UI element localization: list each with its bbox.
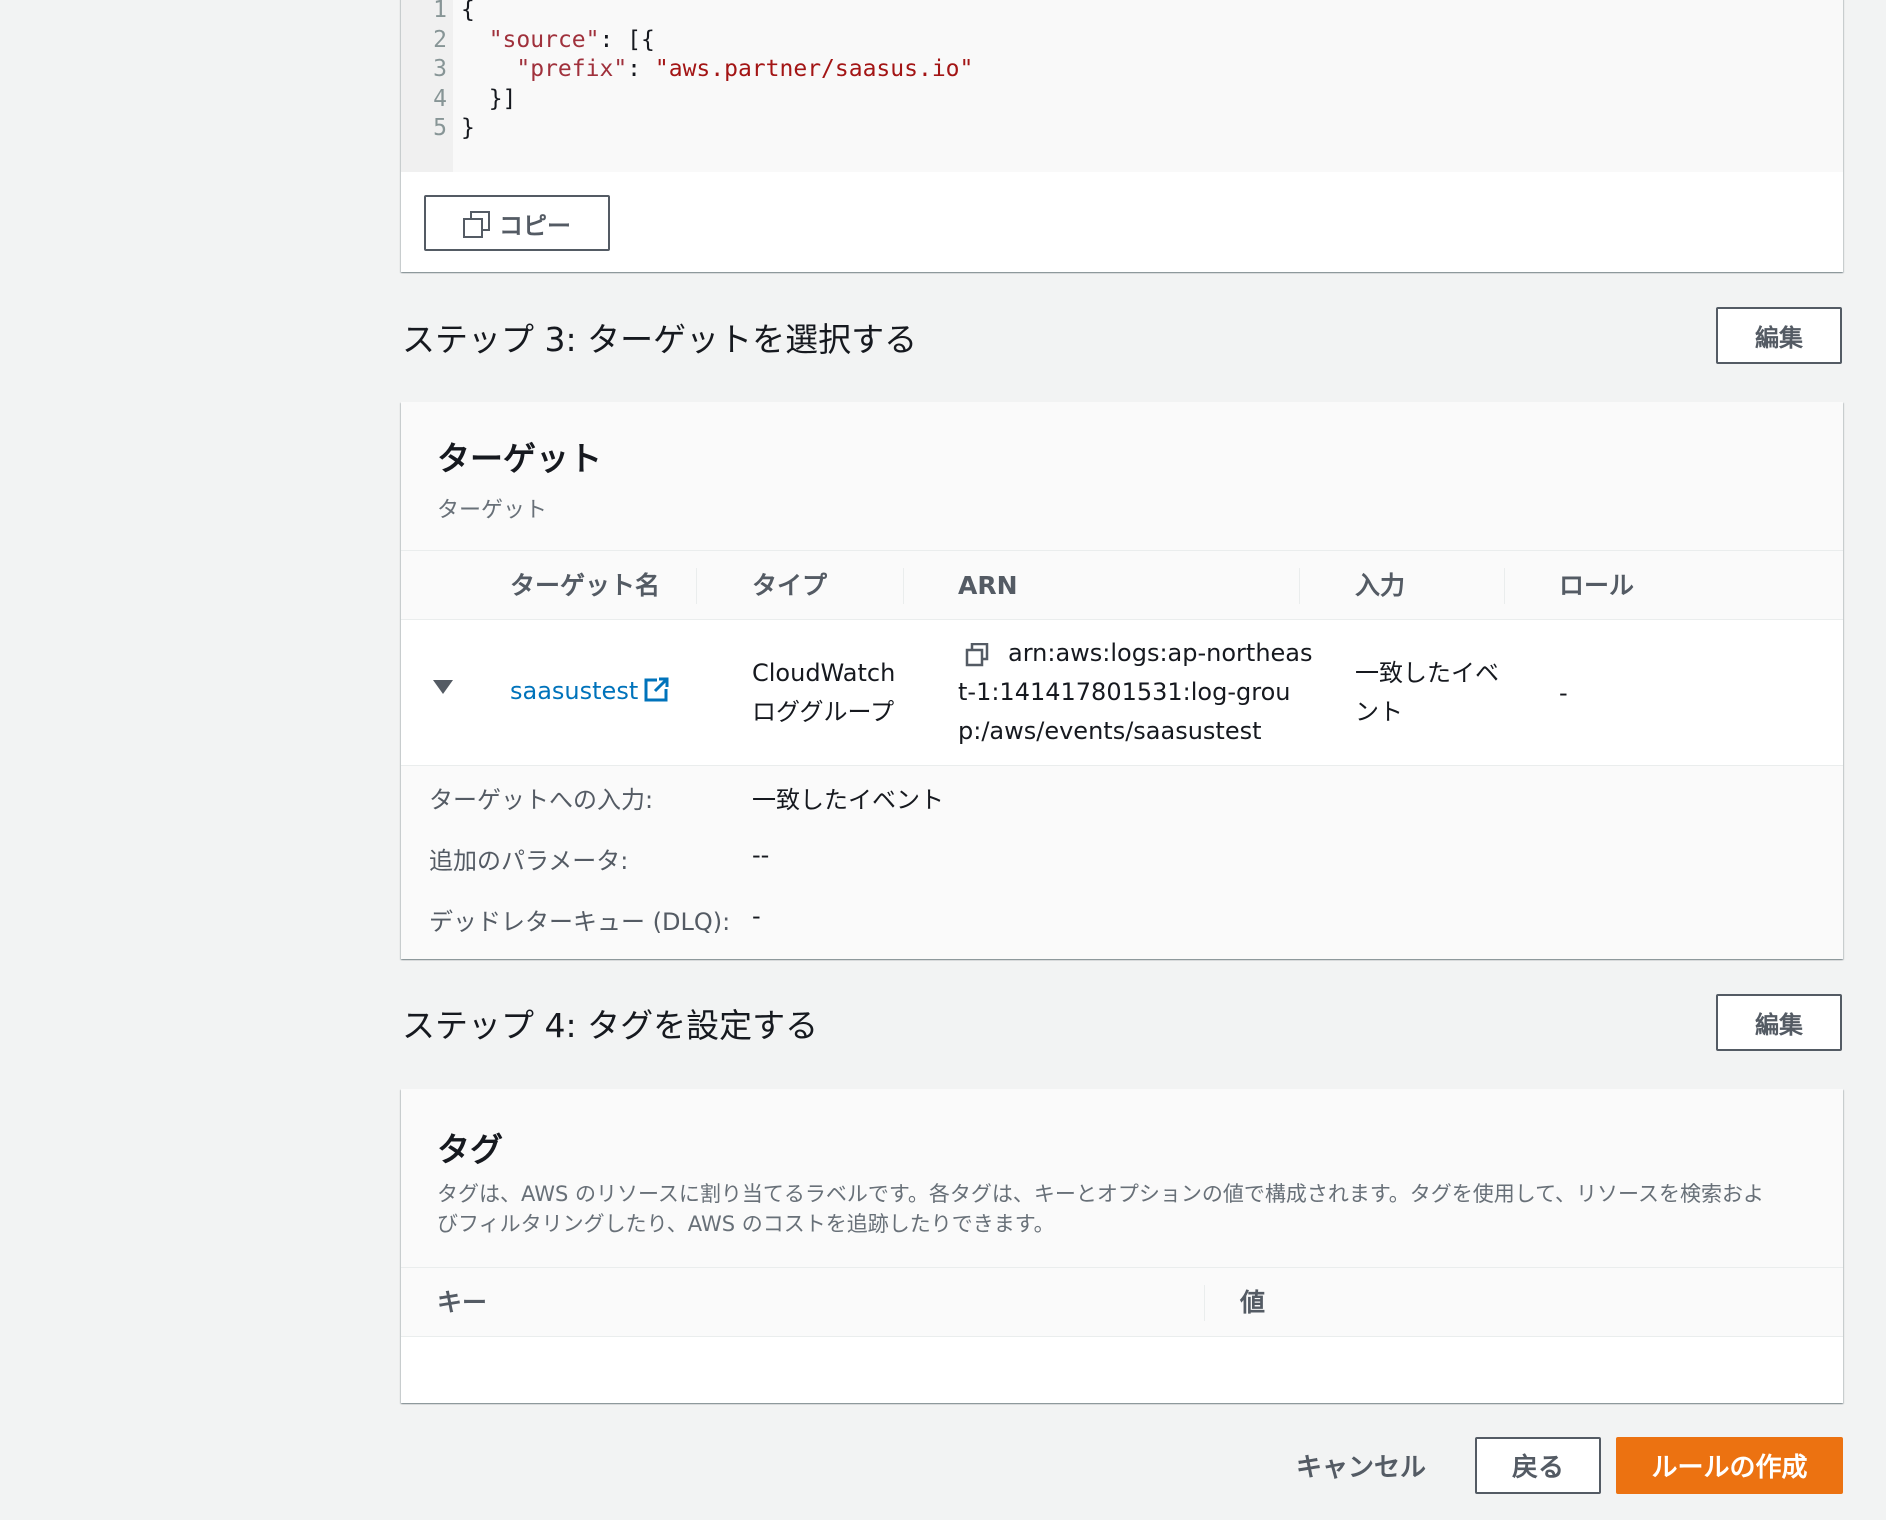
line-number: 3	[433, 56, 447, 82]
copy-icon	[463, 211, 490, 238]
step3-edit-button[interactable]: 編集	[1716, 307, 1842, 364]
tag-table-body	[401, 1337, 1843, 1403]
column-header-input[interactable]: 入力	[1355, 551, 1405, 621]
line-number: 1	[433, 0, 447, 23]
json-punctuation: }	[461, 115, 475, 141]
table-row: saasustest CloudWatch ロググループ arn:aws:log…	[401, 620, 1843, 766]
external-link-icon[interactable]	[644, 676, 671, 702]
type-cell: CloudWatch ロググループ	[752, 654, 895, 732]
expand-caret-icon[interactable]	[433, 680, 453, 694]
line-number: 2	[433, 26, 447, 53]
code-line: }	[461, 114, 973, 144]
detail-value-input: 一致したイベント	[752, 786, 944, 814]
detail-value-dlq: -	[752, 902, 761, 930]
column-header-type[interactable]: タイプ	[752, 551, 827, 621]
target-table-header: ターゲット名 タイプ ARN 入力 ロール	[401, 550, 1843, 620]
target-name-cell: saasustest	[510, 672, 671, 711]
step4-edit-button[interactable]: 編集	[1716, 994, 1842, 1051]
tag-panel: タグ タグは、AWS のリソースに割り当てるラベルです。各タグは、キーとオプショ…	[401, 1089, 1843, 1403]
line-number: 4	[433, 85, 447, 112]
detail-label-input: ターゲットへの入力:	[429, 786, 654, 814]
target-panel-subtitle: ターゲット	[437, 498, 548, 523]
code-editor: 1 2 3 4 5 { "source": [{ "prefix": "aws.…	[401, 0, 1843, 172]
target-name-link[interactable]: saasustest	[510, 677, 638, 705]
code-line: }]	[461, 85, 973, 115]
code-line: {	[461, 0, 973, 26]
step4-title: ステップ 4: タグを設定する	[402, 1006, 819, 1045]
tag-table-header: キー 値	[401, 1267, 1843, 1337]
arn-line-3: p:/aws/events/saasustest	[958, 717, 1262, 745]
code-line: "source": [{	[461, 26, 973, 56]
json-punctuation: }]	[461, 85, 517, 112]
target-panel: ターゲット ターゲット ターゲット名 タイプ ARN 入力 ロール saasus…	[401, 402, 1843, 959]
target-details: ターゲットへの入力: 一致したイベント 追加のパラメータ: -- デッドレターキ…	[401, 766, 1843, 959]
column-header-role[interactable]: ロール	[1559, 551, 1634, 621]
target-panel-title: ターゲット	[437, 439, 602, 478]
event-pattern-panel: 1 2 3 4 5 { "source": [{ "prefix": "aws.…	[401, 0, 1843, 272]
json-punctuation: {	[461, 0, 475, 23]
arn-cell: arn:aws:logs:ap-northeas t-1:14141780153…	[958, 634, 1313, 751]
code-content: { "source": [{ "prefix": "aws.partner/sa…	[461, 0, 973, 144]
input-line-2: ント	[1355, 698, 1403, 726]
tag-panel-title: タグ	[437, 1130, 503, 1169]
back-button[interactable]: 戻る	[1475, 1437, 1601, 1494]
tag-panel-description: タグは、AWS のリソースに割り当てるラベルです。各タグは、キーとオプションの値…	[437, 1179, 1812, 1239]
tag-description-line-1: タグは、AWS のリソースに割り当てるラベルです。各タグは、キーとオプションの値…	[437, 1182, 1765, 1206]
json-punctuation: :	[627, 56, 655, 82]
type-line-2: ロググループ	[752, 698, 895, 726]
create-rule-button[interactable]: ルールの作成	[1616, 1437, 1843, 1494]
input-line-1: 一致したイベ	[1355, 659, 1499, 687]
cancel-button[interactable]: キャンセル	[1296, 1440, 1426, 1496]
code-line: "prefix": "aws.partner/saasus.io"	[461, 55, 973, 85]
column-header-key: キー	[437, 1288, 488, 1317]
step3-title: ステップ 3: ターゲットを選択する	[402, 320, 918, 359]
input-cell: 一致したイベ ント	[1355, 654, 1499, 732]
copy-button[interactable]: コピー	[424, 195, 610, 251]
json-key: "prefix"	[516, 56, 628, 82]
detail-value-parameters: --	[752, 841, 770, 869]
line-number: 5	[433, 115, 447, 141]
json-punctuation	[461, 56, 516, 82]
column-header-target-name[interactable]: ターゲット名	[510, 551, 660, 621]
detail-label-parameters: 追加のパラメータ:	[429, 847, 629, 875]
tag-description-line-2: びフィルタリングしたり、AWS のコストを追跡したりできます。	[437, 1212, 1055, 1236]
type-line-1: CloudWatch	[752, 659, 896, 687]
json-punctuation: : [{	[599, 26, 655, 53]
copy-button-label: コピー	[499, 211, 571, 240]
role-cell: -	[1559, 679, 1568, 707]
arn-line-2: t-1:141417801531:log-grou	[958, 678, 1291, 706]
line-number-gutter: 1 2 3 4 5	[401, 0, 453, 172]
json-punctuation	[461, 27, 489, 53]
column-header-value: 値	[1240, 1288, 1266, 1317]
arn-line-1: arn:aws:logs:ap-northeas	[1008, 639, 1313, 667]
json-string: "aws.partner/saasus.io"	[654, 56, 974, 82]
column-header-arn[interactable]: ARN	[958, 551, 1018, 621]
json-key: "source"	[488, 26, 600, 53]
detail-label-dlq: デッドレターキュー (DLQ):	[429, 908, 731, 936]
